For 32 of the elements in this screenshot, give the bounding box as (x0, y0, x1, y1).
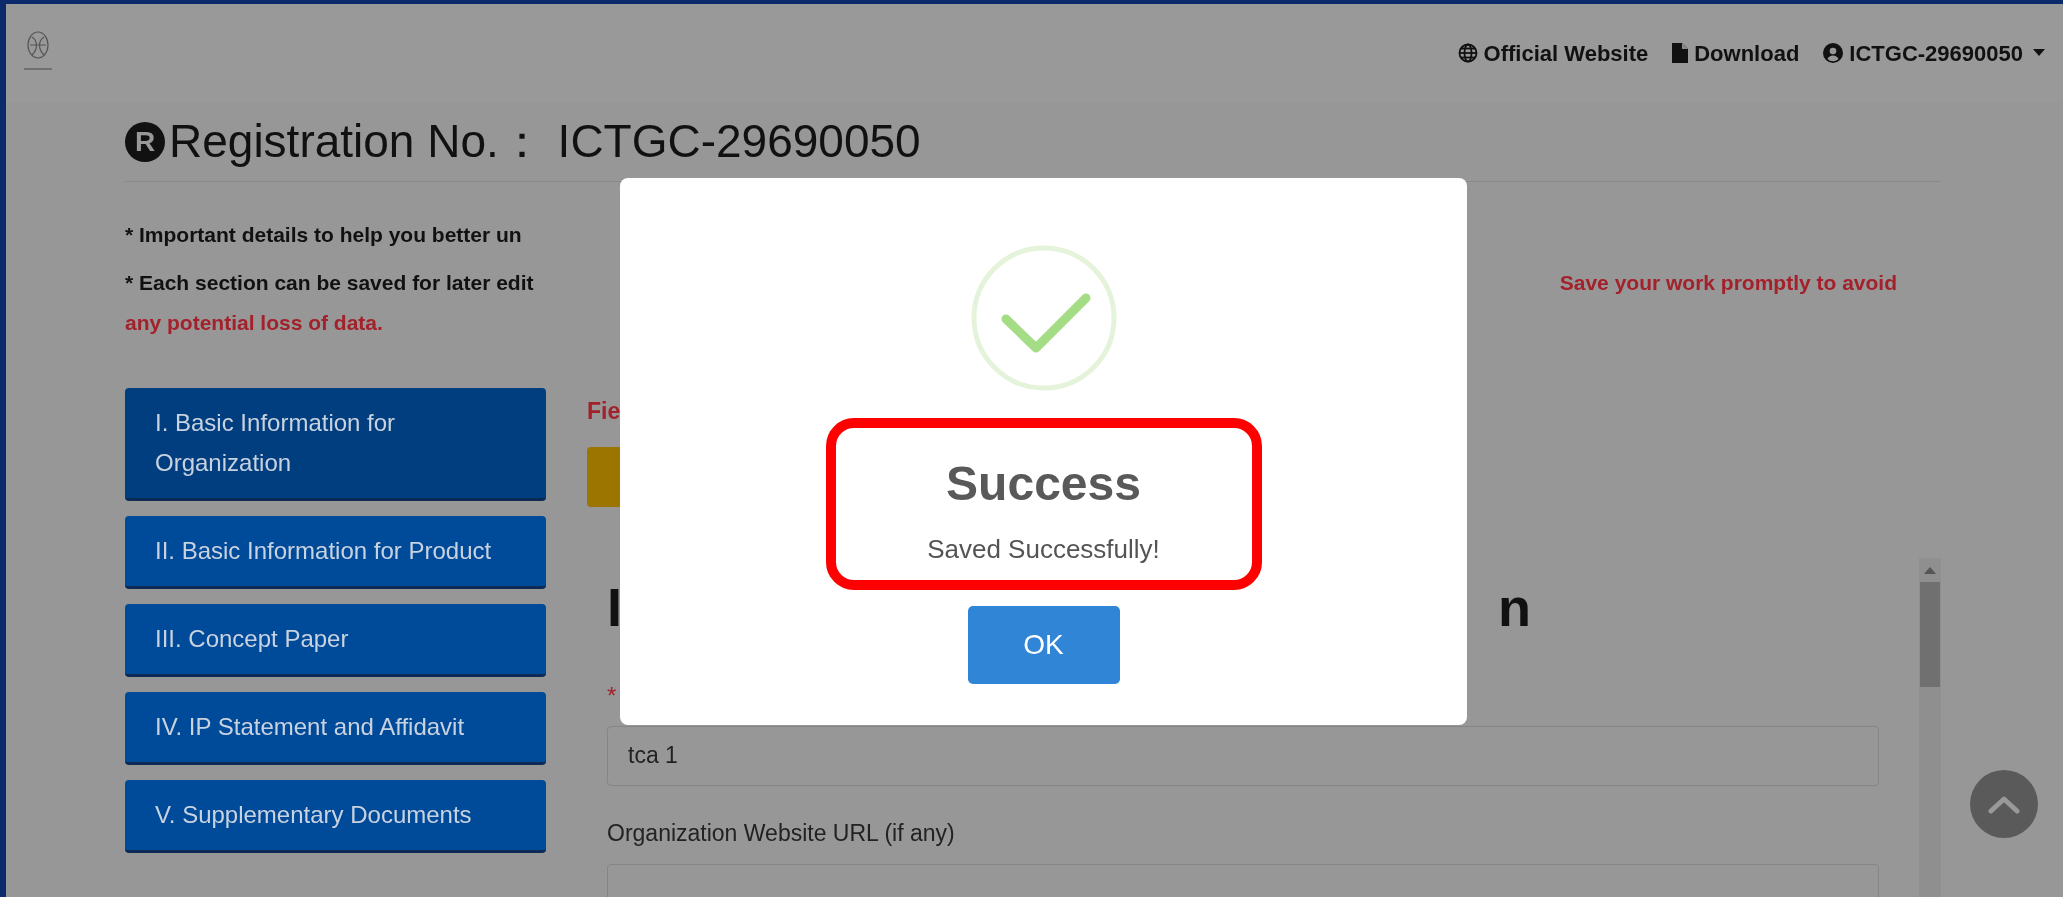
scroll-thumb[interactable] (1920, 581, 1940, 687)
file-icon (1672, 43, 1689, 63)
dialog-title: Success (946, 456, 1141, 512)
field-label: Organization Website URL (if any) (607, 818, 956, 848)
scrollbar[interactable] (1919, 557, 1941, 897)
scroll-up-icon (1924, 565, 1936, 574)
section-heading: n (1498, 575, 1531, 639)
notice-text: Fie (587, 397, 622, 426)
note-text: * Each section can be saved for later edit (125, 270, 534, 296)
required-mark: * (607, 680, 617, 711)
chevron-up-icon (1988, 794, 2020, 814)
nav-link[interactable]: ICTGC-29690050 (1823, 36, 2045, 70)
section-tab[interactable]: III. Concept Paper (125, 604, 546, 677)
section-tab[interactable]: V. Supplementary Documents (125, 780, 546, 853)
registered-badge: R (125, 121, 165, 162)
warning-text: Save your work promptly to avoid (1559, 270, 1898, 296)
nav-link[interactable]: Download (1672, 36, 1800, 70)
user-circle-icon (1823, 43, 1844, 63)
caret-icon (2033, 49, 2045, 57)
warning-text: any potential loss of data. (125, 310, 384, 336)
input-field[interactable]: tca 1 (607, 725, 1879, 786)
ok-button[interactable]: OK (967, 606, 1120, 684)
section-heading: I (606, 575, 622, 639)
note-text: * Important details to help you better un (125, 222, 523, 248)
nav-link[interactable]: Official Website (1457, 36, 1649, 70)
section-tab[interactable]: I. Basic Information for Organization (125, 388, 546, 501)
globe-icon (1457, 43, 1478, 63)
checkmark-icon (969, 244, 1118, 392)
dialog-message: Saved Successfully! (927, 533, 1160, 566)
section-tab[interactable]: II. Basic Information for Product (125, 516, 546, 589)
section-tab[interactable]: IV. IP Statement and Affidavit (125, 692, 546, 765)
page-title: Registration No.： ICTGC-29690050 (169, 114, 921, 169)
